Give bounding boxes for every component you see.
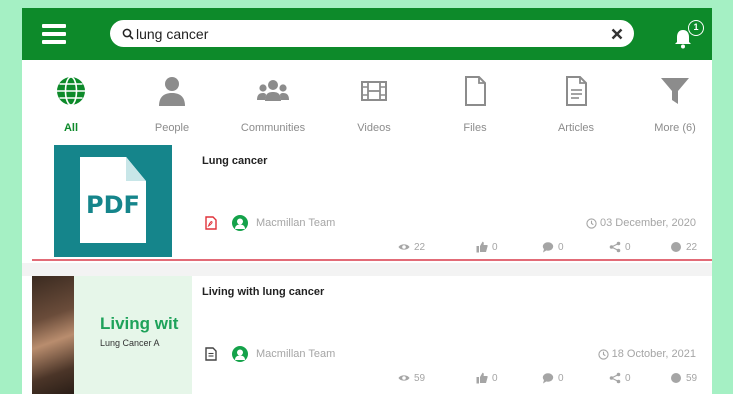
top-bar: 1	[22, 8, 712, 60]
category-tabs: All People Communities Videos Files Arti…	[22, 60, 712, 145]
tab-label: More (6)	[654, 122, 696, 134]
share-icon	[609, 241, 621, 253]
result-author[interactable]: Macmillan Team	[256, 217, 335, 229]
comment-icon	[542, 373, 554, 384]
result-stats: 22 0 0 0 22	[22, 241, 712, 255]
thumbs-up-icon	[476, 241, 488, 253]
circle-dot-icon	[671, 242, 681, 252]
tab-all[interactable]: All	[26, 68, 116, 140]
search-icon	[122, 28, 134, 40]
tab-label: All	[63, 122, 79, 134]
views-stat: 59	[398, 372, 425, 384]
tab-more[interactable]: More (6)	[630, 68, 712, 140]
tab-label: People	[154, 122, 190, 134]
circle-dot-icon	[671, 373, 681, 383]
tab-articles[interactable]: Articles	[531, 68, 621, 140]
share-icon	[609, 372, 621, 384]
users-group-icon	[257, 80, 289, 101]
tab-label: Communities	[240, 122, 306, 134]
result-card-living-with-lung-cancer[interactable]: Living wit Lung Cancer A Living with lun…	[22, 276, 712, 394]
comments-stat[interactable]: 0	[542, 372, 564, 384]
article-icon	[566, 76, 587, 106]
app-frame: 1 All People	[22, 8, 712, 394]
film-icon	[361, 81, 387, 101]
search-bar	[110, 20, 634, 47]
result-date-text: 18 October, 2021	[611, 348, 696, 360]
tab-label: Files	[463, 122, 487, 134]
hamburger-menu-icon[interactable]	[42, 24, 66, 44]
reach-stat: 59	[670, 372, 697, 384]
author-avatar-icon	[232, 215, 248, 231]
selected-result-divider	[32, 259, 712, 261]
result-title[interactable]: Living with lung cancer	[202, 286, 324, 298]
tab-videos[interactable]: Videos	[329, 68, 419, 140]
eye-icon	[398, 375, 410, 381]
author-avatar-icon	[232, 346, 248, 362]
clear-search-icon[interactable]	[610, 27, 624, 41]
thumbnail-title: Living wit	[100, 314, 179, 333]
clock-icon	[586, 217, 597, 229]
notifications-button[interactable]: 1	[672, 20, 704, 50]
result-title[interactable]: Lung cancer	[202, 155, 267, 167]
thumbs-up-icon	[476, 372, 488, 384]
result-author[interactable]: Macmillan Team	[256, 348, 335, 360]
clock-icon	[597, 348, 609, 360]
file-icon	[465, 76, 486, 106]
likes-stat[interactable]: 0	[476, 241, 498, 253]
result-date-text: 03 December, 2020	[599, 217, 696, 229]
comments-stat[interactable]: 0	[542, 241, 564, 253]
article-file-icon	[205, 347, 217, 361]
tab-label: Articles	[557, 122, 595, 134]
comment-icon	[542, 242, 554, 253]
result-stats: 59 0 0 0 59	[22, 372, 712, 386]
tab-people[interactable]: People	[127, 68, 217, 140]
notification-count-badge: 1	[688, 20, 704, 36]
globe-icon	[57, 76, 85, 106]
eye-icon	[398, 244, 410, 250]
reach-stat: 22	[670, 241, 697, 253]
likes-stat[interactable]: 0	[476, 372, 498, 384]
shares-stat[interactable]: 0	[609, 241, 631, 253]
pdf-file-icon	[205, 216, 217, 230]
thumbnail-subtitle: Lung Cancer A	[100, 338, 160, 348]
tab-communities[interactable]: Communities	[228, 68, 318, 140]
views-stat: 22	[398, 241, 425, 253]
person-icon	[159, 77, 185, 106]
result-card-lung-cancer[interactable]: PDF Lung cancer Macmillan Team 03 Decemb…	[22, 145, 712, 263]
shares-stat[interactable]: 0	[609, 372, 631, 384]
tab-label: Videos	[357, 122, 391, 134]
result-date: 03 December, 2020	[586, 217, 696, 229]
filter-icon	[661, 78, 689, 104]
tab-files[interactable]: Files	[430, 68, 520, 140]
pdf-thumbnail-label: PDF	[86, 191, 140, 219]
search-input[interactable]	[134, 22, 610, 45]
result-date: 18 October, 2021	[597, 348, 696, 360]
